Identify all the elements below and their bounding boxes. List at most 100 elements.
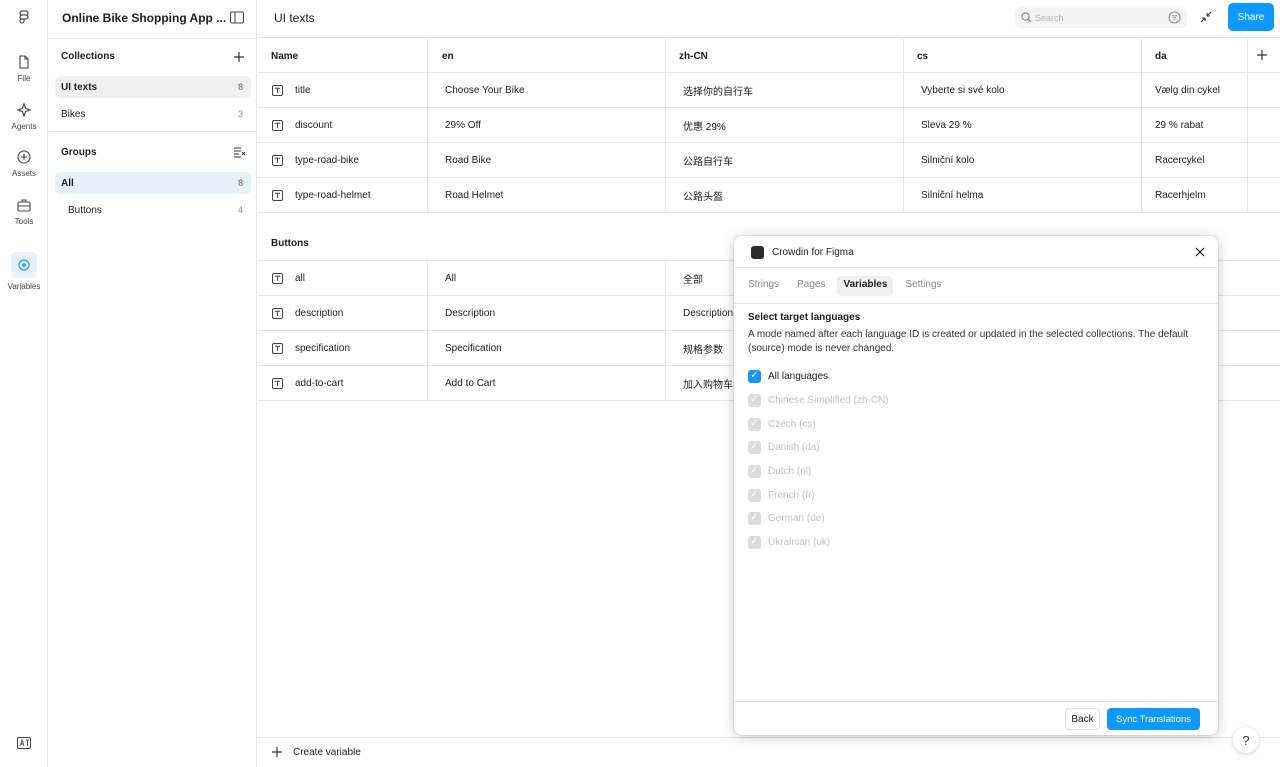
variable-name-cell: description bbox=[258, 296, 428, 330]
crowdin-logo-icon bbox=[751, 246, 764, 259]
text-variable-icon bbox=[272, 307, 283, 319]
search-icon bbox=[1021, 12, 1032, 23]
variable-name: specification bbox=[295, 342, 351, 354]
value-cell-cs[interactable]: Silniční helma bbox=[904, 178, 1142, 212]
value-cell-zh-cn[interactable]: 公路头盔 bbox=[666, 178, 904, 212]
rail-tools-label: Tools bbox=[14, 217, 34, 226]
value-cell-zh-cn[interactable]: 公路自行车 bbox=[666, 143, 904, 177]
dialog-tabs: Strings Pages Variables Settings bbox=[742, 276, 948, 296]
variable-name-cell: title bbox=[258, 73, 428, 107]
table-header: Name en zh-CN cs da bbox=[258, 39, 1280, 73]
checkbox-disabled-icon: ✓ bbox=[748, 417, 761, 431]
rail-tools[interactable]: Tools bbox=[0, 197, 48, 226]
text-variable-icon bbox=[272, 189, 283, 201]
value-cell-en[interactable]: All bbox=[428, 261, 666, 295]
column-header-da[interactable]: da bbox=[1142, 39, 1248, 73]
rail-variables-label: Variables bbox=[7, 282, 41, 291]
value-cell-en[interactable]: 29% Off bbox=[428, 108, 666, 142]
checkbox-disabled-icon: ✓ bbox=[748, 488, 761, 502]
checkbox-label: French (fr) bbox=[768, 489, 815, 501]
share-button[interactable]: Share bbox=[1228, 3, 1274, 31]
variable-name-cell: discount bbox=[258, 108, 428, 142]
toolbox-icon bbox=[17, 199, 31, 212]
table-row[interactable]: title Choose Your Bike 选择你的自行车 Vyberte s… bbox=[258, 73, 1280, 108]
assets-icon bbox=[17, 150, 31, 164]
value-cell-da[interactable]: 29 % rabat bbox=[1142, 108, 1248, 142]
checkbox-language: ✓ Czech (cs) bbox=[748, 417, 816, 431]
value-cell-en[interactable]: Specification bbox=[428, 331, 666, 365]
value-cell-en[interactable]: Description bbox=[428, 296, 666, 330]
value-cell-cs[interactable]: Sleva 29 % bbox=[904, 108, 1142, 142]
value-cell-en[interactable]: Road Bike bbox=[428, 143, 666, 177]
checkbox-disabled-icon: ✓ bbox=[748, 511, 761, 525]
dialog-header: Crowdin for Figma bbox=[734, 236, 1218, 268]
rail-assets[interactable]: Assets bbox=[0, 149, 48, 178]
close-icon[interactable] bbox=[1194, 246, 1206, 258]
tab-strings[interactable]: Strings bbox=[742, 276, 785, 296]
value-cell-en[interactable]: Road Helmet bbox=[428, 178, 666, 212]
filter-icon[interactable] bbox=[1168, 11, 1181, 24]
column-header-en[interactable]: en bbox=[428, 39, 666, 73]
rail-agents[interactable]: Agents bbox=[0, 102, 48, 131]
main-header: UI texts Share bbox=[258, 0, 1280, 38]
group-item-all[interactable]: All 8 bbox=[55, 172, 251, 194]
rail-variables[interactable]: Variables bbox=[0, 252, 48, 291]
search-box[interactable] bbox=[1015, 7, 1187, 28]
collection-item-ui-texts[interactable]: UI texts 8 bbox=[55, 76, 251, 98]
value-cell-zh-cn[interactable]: 选择你的自行车 bbox=[666, 73, 904, 107]
tab-variables[interactable]: Variables bbox=[837, 276, 894, 296]
sync-translations-button[interactable]: Sync Translations bbox=[1107, 708, 1200, 730]
column-header-cs[interactable]: cs bbox=[904, 39, 1142, 73]
tab-settings[interactable]: Settings bbox=[899, 276, 947, 296]
value-cell-da[interactable]: Vælg din cykel bbox=[1142, 73, 1248, 107]
tab-pages[interactable]: Pages bbox=[791, 276, 831, 296]
document-title[interactable]: Online Bike Shopping App ... bbox=[62, 11, 226, 25]
group-options-icon[interactable] bbox=[233, 146, 246, 158]
translate-icon[interactable] bbox=[17, 737, 31, 749]
value-cell-en[interactable]: Choose Your Bike bbox=[428, 73, 666, 107]
checkbox-checked-icon[interactable]: ✓ bbox=[748, 369, 761, 383]
table-row[interactable]: discount 29% Off 优惠 29% Sleva 29 % 29 % … bbox=[258, 108, 1280, 143]
rail-file[interactable]: File bbox=[0, 54, 48, 83]
variable-name: all bbox=[295, 272, 306, 284]
collections-panel: Online Bike Shopping App ... Collections… bbox=[49, 0, 257, 767]
checkbox-all-languages[interactable]: ✓ All languages bbox=[748, 369, 828, 383]
value-cell-cs[interactable]: Silniční kolo bbox=[904, 143, 1142, 177]
groups-title: Groups bbox=[61, 147, 97, 158]
collapse-icon[interactable] bbox=[1199, 10, 1213, 24]
column-header-zh-cn[interactable]: zh-CN bbox=[666, 39, 904, 73]
add-collection-icon[interactable] bbox=[233, 51, 245, 63]
page-title: UI texts bbox=[274, 11, 315, 25]
figma-logo-icon[interactable] bbox=[16, 10, 32, 26]
table-row[interactable]: type-road-bike Road Bike 公路自行车 Silniční … bbox=[258, 143, 1280, 178]
text-variable-icon bbox=[272, 119, 283, 131]
sidebar-toggle-icon[interactable] bbox=[230, 11, 244, 24]
checkbox-language: ✓ German (de) bbox=[748, 511, 825, 525]
group-label: All bbox=[61, 177, 74, 189]
variable-name: type-road-helmet bbox=[295, 189, 371, 201]
sparkle-icon bbox=[16, 102, 32, 118]
back-button[interactable]: Back bbox=[1065, 708, 1100, 730]
value-cell-cs[interactable]: Vyberte si své kolo bbox=[904, 73, 1142, 107]
text-variable-icon bbox=[272, 154, 283, 166]
search-input[interactable] bbox=[1035, 7, 1160, 28]
group-label: Buttons bbox=[68, 204, 102, 216]
value-cell-da[interactable]: Racerhjelm bbox=[1142, 178, 1248, 212]
variable-name: title bbox=[295, 84, 311, 96]
checkbox-language: ✓ French (fr) bbox=[748, 488, 815, 502]
table-row[interactable]: type-road-helmet Road Helmet 公路头盔 Silnič… bbox=[258, 178, 1280, 213]
group-item-buttons[interactable]: Buttons 4 bbox=[55, 199, 251, 221]
value-cell-en[interactable]: Add to Cart bbox=[428, 366, 666, 400]
panel-divider bbox=[49, 38, 257, 39]
help-button[interactable]: ? bbox=[1233, 727, 1259, 753]
value-cell-zh-cn[interactable]: 优惠 29% bbox=[666, 108, 904, 142]
create-variable-button[interactable]: Create variable bbox=[258, 737, 1280, 767]
section-description: A mode named after each language ID is c… bbox=[748, 329, 1189, 354]
rail-assets-label: Assets bbox=[11, 169, 36, 178]
rail-agents-label: Agents bbox=[11, 122, 37, 131]
checkbox-label: Ukrainian (uk) bbox=[768, 536, 831, 548]
column-header-name[interactable]: Name bbox=[258, 39, 428, 73]
collection-item-bikes[interactable]: Bikes 3 bbox=[55, 103, 251, 125]
add-column-icon[interactable] bbox=[1256, 49, 1268, 61]
value-cell-da[interactable]: Racercykel bbox=[1142, 143, 1248, 177]
